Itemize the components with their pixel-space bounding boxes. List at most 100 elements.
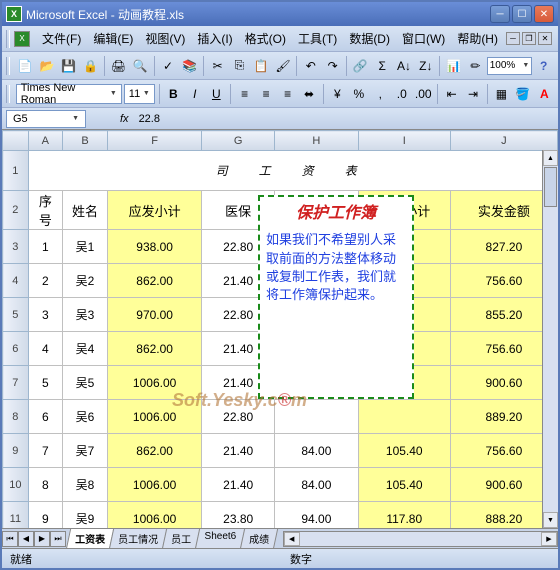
underline-icon[interactable]: U bbox=[207, 83, 226, 105]
cell[interactable]: 84.00 bbox=[275, 468, 359, 502]
tab-last-button[interactable]: ⏭ bbox=[50, 531, 66, 547]
cell[interactable]: 吴3 bbox=[62, 298, 107, 332]
chart-icon[interactable]: 📊 bbox=[443, 55, 464, 77]
cell[interactable]: 21.40 bbox=[202, 434, 275, 468]
cell[interactable]: 862.00 bbox=[107, 332, 201, 366]
save-icon[interactable]: 💾 bbox=[59, 55, 80, 77]
fontsize-combo[interactable]: 11▼ bbox=[124, 84, 155, 104]
menu-data[interactable]: 数据(D) bbox=[343, 27, 396, 50]
cell[interactable]: 94.00 bbox=[275, 502, 359, 529]
permission-icon[interactable]: 🔒 bbox=[80, 55, 101, 77]
scroll-up-button[interactable]: ▲ bbox=[543, 150, 558, 166]
menu-window[interactable]: 窗口(W) bbox=[396, 27, 451, 50]
document-control-icon[interactable]: X bbox=[14, 31, 30, 47]
cell[interactable]: 22.80 bbox=[202, 400, 275, 434]
row-header[interactable]: 10 bbox=[3, 468, 29, 502]
spellcheck-icon[interactable]: ✓ bbox=[158, 55, 179, 77]
cell[interactable]: 吴8 bbox=[62, 468, 107, 502]
col-header[interactable]: G bbox=[202, 131, 275, 151]
name-box[interactable]: G5▼ bbox=[6, 110, 86, 128]
row-header[interactable]: 2 bbox=[3, 191, 29, 230]
col-header[interactable]: B bbox=[62, 131, 107, 151]
menu-edit[interactable]: 编辑(E) bbox=[87, 27, 139, 50]
col-header[interactable]: A bbox=[28, 131, 62, 151]
titlebar[interactable]: X Microsoft Excel - 动画教程.xls ─ ☐ ✕ bbox=[2, 2, 558, 26]
cell[interactable]: 105.40 bbox=[358, 468, 450, 502]
cell[interactable] bbox=[275, 400, 359, 434]
select-all-corner[interactable] bbox=[3, 131, 29, 151]
cell[interactable]: 9 bbox=[28, 502, 62, 529]
col-header[interactable]: J bbox=[450, 131, 557, 151]
cell[interactable]: 105.40 bbox=[358, 434, 450, 468]
hyperlink-icon[interactable]: 🔗 bbox=[350, 55, 371, 77]
cell[interactable]: 吴9 bbox=[62, 502, 107, 529]
cell[interactable]: 117.80 bbox=[358, 502, 450, 529]
row-header[interactable]: 11 bbox=[3, 502, 29, 529]
cell[interactable]: 862.00 bbox=[107, 434, 201, 468]
scroll-down-button[interactable]: ▼ bbox=[543, 512, 558, 528]
row-header[interactable]: 5 bbox=[3, 298, 29, 332]
fillcolor-icon[interactable]: 🪣 bbox=[513, 83, 532, 105]
maximize-button[interactable]: ☐ bbox=[512, 5, 532, 23]
sheet-tab[interactable]: 工资表 bbox=[66, 529, 114, 549]
sheet-tab[interactable]: Sheet6 bbox=[195, 529, 245, 549]
scroll-thumb[interactable] bbox=[544, 167, 557, 207]
research-icon[interactable]: 📚 bbox=[179, 55, 200, 77]
toolbar-handle[interactable] bbox=[6, 85, 10, 103]
preview-icon[interactable]: 🔍 bbox=[130, 55, 151, 77]
print-icon[interactable]: 🖨 bbox=[108, 55, 129, 77]
cell[interactable]: 23.80 bbox=[202, 502, 275, 529]
row-header[interactable]: 4 bbox=[3, 264, 29, 298]
row-header[interactable]: 7 bbox=[3, 366, 29, 400]
cell[interactable]: 3 bbox=[28, 298, 62, 332]
cell[interactable]: 吴5 bbox=[62, 366, 107, 400]
cell[interactable]: 2 bbox=[28, 264, 62, 298]
align-center-icon[interactable]: ≡ bbox=[256, 83, 275, 105]
bold-icon[interactable]: B bbox=[164, 83, 183, 105]
close-button[interactable]: ✕ bbox=[534, 5, 554, 23]
menu-insert[interactable]: 插入(I) bbox=[191, 27, 238, 50]
cell[interactable]: 84.00 bbox=[275, 434, 359, 468]
tab-first-button[interactable]: ⏮ bbox=[2, 531, 18, 547]
cell[interactable]: 1006.00 bbox=[107, 468, 201, 502]
paste-icon[interactable]: 📋 bbox=[251, 55, 272, 77]
scroll-right-button[interactable]: ▶ bbox=[541, 532, 557, 546]
col-header[interactable]: H bbox=[275, 131, 359, 151]
decrease-decimal-icon[interactable]: .00 bbox=[414, 83, 433, 105]
fontcolor-icon[interactable]: A bbox=[535, 83, 554, 105]
sort-desc-icon[interactable]: Z↓ bbox=[415, 55, 436, 77]
menu-file[interactable]: 文件(F) bbox=[36, 27, 87, 50]
cell[interactable]: 序号 bbox=[28, 191, 62, 230]
doc-minimize-button[interactable]: ─ bbox=[506, 32, 520, 45]
cell[interactable]: 938.00 bbox=[107, 230, 201, 264]
sheet-tab[interactable]: 员工情况 bbox=[109, 529, 167, 549]
row-header[interactable]: 1 bbox=[3, 151, 29, 191]
doc-restore-button[interactable]: ❐ bbox=[522, 32, 536, 45]
toolbar-handle[interactable] bbox=[6, 30, 10, 48]
drawing-icon[interactable]: ✏ bbox=[465, 55, 486, 77]
scroll-left-button[interactable]: ◀ bbox=[284, 532, 300, 546]
borders-icon[interactable]: ▦ bbox=[492, 83, 511, 105]
cell[interactable]: 21.40 bbox=[202, 468, 275, 502]
tab-prev-button[interactable]: ◀ bbox=[18, 531, 34, 547]
comma-icon[interactable]: , bbox=[371, 83, 390, 105]
cell[interactable]: 吴2 bbox=[62, 264, 107, 298]
cell[interactable]: 1006.00 bbox=[107, 366, 201, 400]
new-icon[interactable]: 📄 bbox=[15, 55, 36, 77]
col-header[interactable]: F bbox=[107, 131, 201, 151]
sheet-tab[interactable]: 成绩 bbox=[240, 529, 278, 549]
horizontal-scrollbar[interactable]: ◀ ▶ bbox=[283, 531, 558, 547]
currency-icon[interactable]: ¥ bbox=[328, 83, 347, 105]
cell[interactable]: 970.00 bbox=[107, 298, 201, 332]
cell[interactable]: 吴1 bbox=[62, 230, 107, 264]
undo-icon[interactable]: ↶ bbox=[300, 55, 321, 77]
sort-asc-icon[interactable]: A↓ bbox=[394, 55, 415, 77]
percent-icon[interactable]: % bbox=[349, 83, 368, 105]
decrease-indent-icon[interactable]: ⇤ bbox=[442, 83, 461, 105]
cell[interactable]: 吴4 bbox=[62, 332, 107, 366]
menu-tools[interactable]: 工具(T) bbox=[292, 27, 343, 50]
autosum-icon[interactable]: Σ bbox=[372, 55, 393, 77]
row-header[interactable]: 8 bbox=[3, 400, 29, 434]
fx-label[interactable]: fx bbox=[120, 113, 129, 125]
open-icon[interactable]: 📂 bbox=[37, 55, 58, 77]
